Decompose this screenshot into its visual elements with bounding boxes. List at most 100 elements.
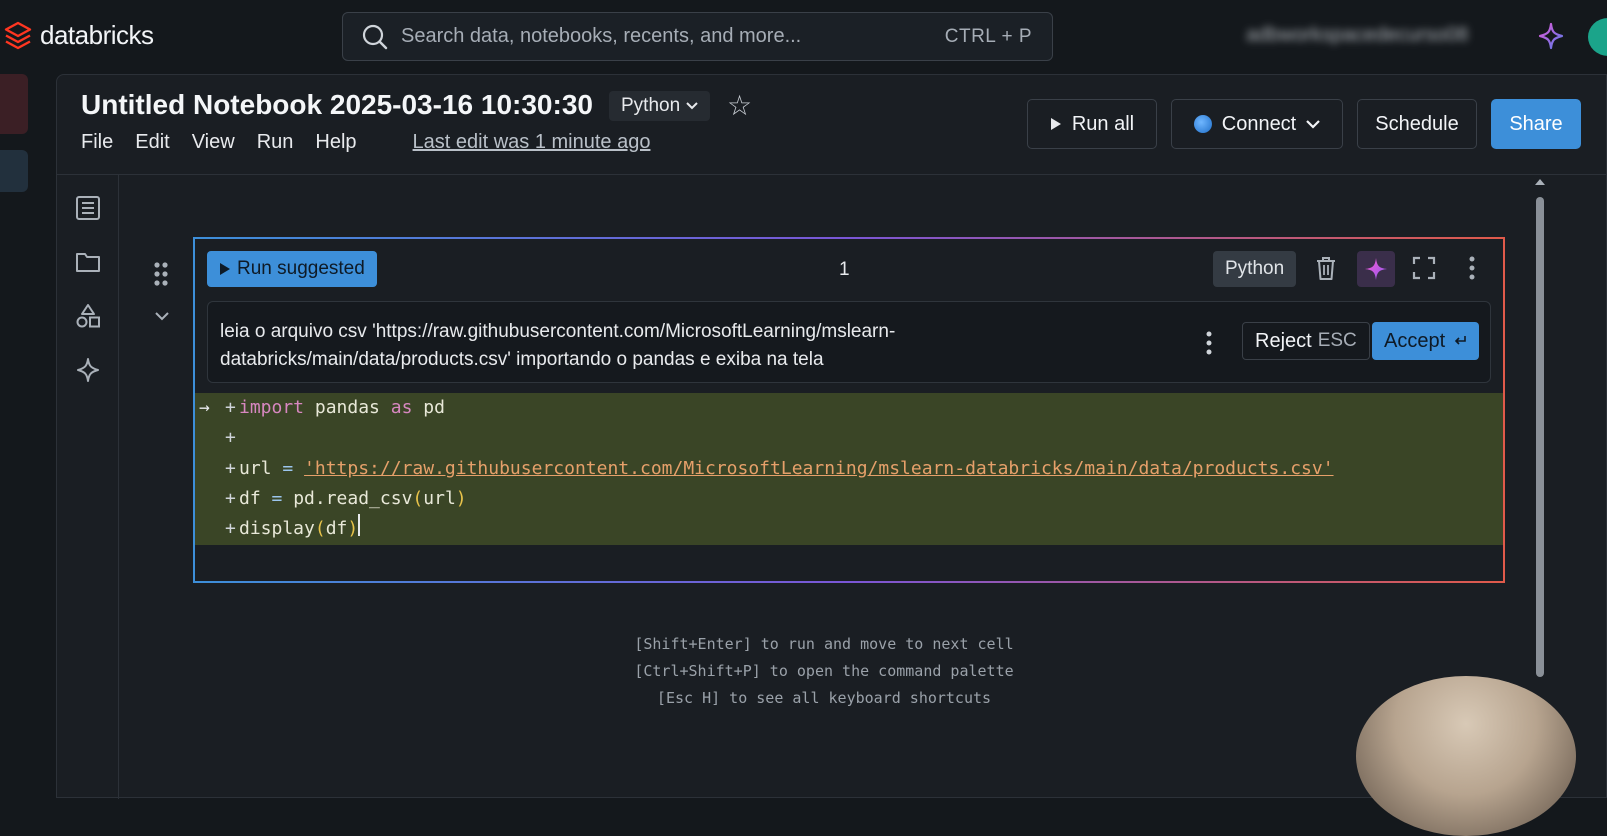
notebook-title[interactable]: Untitled Notebook 2025-03-16 10:30:30 xyxy=(81,89,593,121)
play-icon xyxy=(1050,118,1061,130)
user-avatar[interactable] xyxy=(1588,18,1607,56)
added-line-marker: + xyxy=(225,488,236,509)
favorite-star-icon[interactable]: ☆ xyxy=(727,89,752,122)
run-all-button[interactable]: Run all xyxy=(1027,99,1157,149)
assistant-cell-button[interactable] xyxy=(1357,251,1395,287)
last-edit-link[interactable]: Last edit was 1 minute ago xyxy=(413,131,651,154)
notebook-canvas: Run suggested 1 Python leia o arquivo cs… xyxy=(119,175,1589,799)
scroll-up-arrow-icon[interactable] xyxy=(1533,177,1547,187)
code-token: as xyxy=(390,397,413,418)
notebook-side-panel xyxy=(57,175,119,799)
notebook-language-label: Python xyxy=(621,95,681,116)
added-line-marker: + xyxy=(225,397,236,418)
line-gutter: + xyxy=(195,484,239,514)
line-gutter: + xyxy=(195,423,239,453)
assistant-icon[interactable] xyxy=(75,357,101,383)
line-gutter: + xyxy=(195,514,239,544)
added-line-marker: + xyxy=(225,518,236,539)
accept-label: Accept xyxy=(1384,329,1446,352)
code-token: ( xyxy=(314,518,326,539)
search-placeholder: Search data, notebooks, recents, and mor… xyxy=(401,25,802,47)
notebook-language-select[interactable]: Python xyxy=(609,91,711,121)
brand-name: databricks xyxy=(40,20,154,50)
code-token: 'https://raw.githubusercontent.com/Micro… xyxy=(304,458,1334,479)
more-options-icon[interactable] xyxy=(1459,255,1485,281)
code-line: + display(df) xyxy=(195,514,361,544)
code-token: pd xyxy=(412,397,445,418)
added-line-marker: + xyxy=(225,458,236,479)
code-token: df xyxy=(239,488,261,509)
added-line-marker: + xyxy=(225,427,236,448)
chevron-down-icon xyxy=(1306,119,1321,129)
prompt-more-icon[interactable] xyxy=(1204,330,1214,356)
code-token: url xyxy=(239,458,272,479)
folder-icon[interactable] xyxy=(75,249,101,275)
trash-icon[interactable] xyxy=(1313,255,1339,281)
code-token: = xyxy=(260,488,294,509)
line-gutter: → + xyxy=(195,393,239,423)
cell-toolbar: Run suggested 1 Python xyxy=(195,239,1503,299)
text-cursor xyxy=(358,514,361,536)
search-icon xyxy=(362,24,388,49)
databricks-logo[interactable]: databricks xyxy=(4,20,154,51)
code-token: display xyxy=(239,518,315,539)
menu-edit[interactable]: Edit xyxy=(135,131,169,154)
connect-button[interactable]: Connect xyxy=(1171,99,1343,149)
reject-label: Reject xyxy=(1255,329,1312,352)
schedule-button[interactable]: Schedule xyxy=(1357,99,1477,149)
schedule-label: Schedule xyxy=(1375,112,1459,135)
code-token: = xyxy=(271,458,305,479)
cell-language-label: Python xyxy=(1225,258,1285,279)
notebook-menu-bar: File Edit View Run Help Last edit was 1 … xyxy=(81,131,650,154)
collapse-cell-icon[interactable] xyxy=(155,311,169,321)
cell-language-select[interactable]: Python xyxy=(1213,251,1297,287)
run-suggested-label: Run suggested xyxy=(237,258,365,279)
code-cell[interactable]: Run suggested 1 Python leia o arquivo cs… xyxy=(193,237,1505,583)
line-gutter: + xyxy=(195,454,239,484)
code-token: import xyxy=(239,397,305,418)
menu-run[interactable]: Run xyxy=(257,131,294,154)
code-line: + url = 'https://raw.githubusercontent.c… xyxy=(195,454,1334,484)
reject-shortcut: ESC xyxy=(1317,330,1357,351)
code-token: url xyxy=(423,488,456,509)
code-token: pd.read_csv xyxy=(293,488,413,509)
ai-prompt-box: leia o arquivo csv 'https://raw.githubus… xyxy=(207,301,1491,383)
table-of-contents-icon[interactable] xyxy=(75,195,101,221)
enter-key-icon xyxy=(1455,336,1466,345)
code-line: → + import pandas as pd xyxy=(195,393,445,423)
keyboard-hints: [Shift+Enter] to run and move to next ce… xyxy=(599,631,1049,712)
databricks-logo-icon xyxy=(4,21,32,49)
hint-line: [Esc H] to see all keyboard shortcuts xyxy=(656,689,992,707)
assistant-sparkle-icon[interactable] xyxy=(1538,22,1564,50)
global-search[interactable]: Search data, notebooks, recents, and mor… xyxy=(342,12,1053,61)
rail-item-active[interactable] xyxy=(0,74,28,134)
play-icon xyxy=(220,263,230,275)
webcam-overlay xyxy=(1356,676,1576,836)
share-label: Share xyxy=(1509,112,1563,135)
reject-button[interactable]: Reject ESC xyxy=(1242,322,1370,360)
chevron-down-icon xyxy=(686,102,698,110)
code-token: ) xyxy=(455,488,467,509)
menu-file[interactable]: File xyxy=(81,131,113,154)
drag-handle-icon[interactable] xyxy=(153,261,169,287)
workspace-switcher[interactable]: adbworkspacedecurso08 xyxy=(1246,24,1486,50)
run-suggested-button[interactable]: Run suggested xyxy=(207,251,377,287)
ai-prompt-text: leia o arquivo csv 'https://raw.githubus… xyxy=(220,321,896,370)
code-token: ( xyxy=(412,488,424,509)
menu-help[interactable]: Help xyxy=(315,131,356,154)
connect-label: Connect xyxy=(1221,112,1297,135)
rail-item[interactable] xyxy=(0,150,28,192)
compute-status-icon xyxy=(1193,115,1212,133)
suggested-code-block[interactable]: → + import pandas as pd + + url = 'https… xyxy=(195,393,1503,545)
code-line: + xyxy=(195,423,239,453)
accept-button[interactable]: Accept xyxy=(1372,322,1480,360)
shapes-catalog-icon[interactable] xyxy=(75,303,101,329)
vertical-scrollbar[interactable] xyxy=(1533,175,1547,699)
menu-view[interactable]: View xyxy=(192,131,235,154)
fullscreen-icon[interactable] xyxy=(1411,255,1437,281)
scrollbar-thumb[interactable] xyxy=(1536,197,1544,677)
search-shortcut: CTRL + P xyxy=(944,25,1032,47)
notebook-frame: Untitled Notebook 2025-03-16 10:30:30 Py… xyxy=(56,74,1607,799)
top-bar: databricks Search data, notebooks, recen… xyxy=(0,0,1607,72)
share-button[interactable]: Share xyxy=(1491,99,1581,149)
